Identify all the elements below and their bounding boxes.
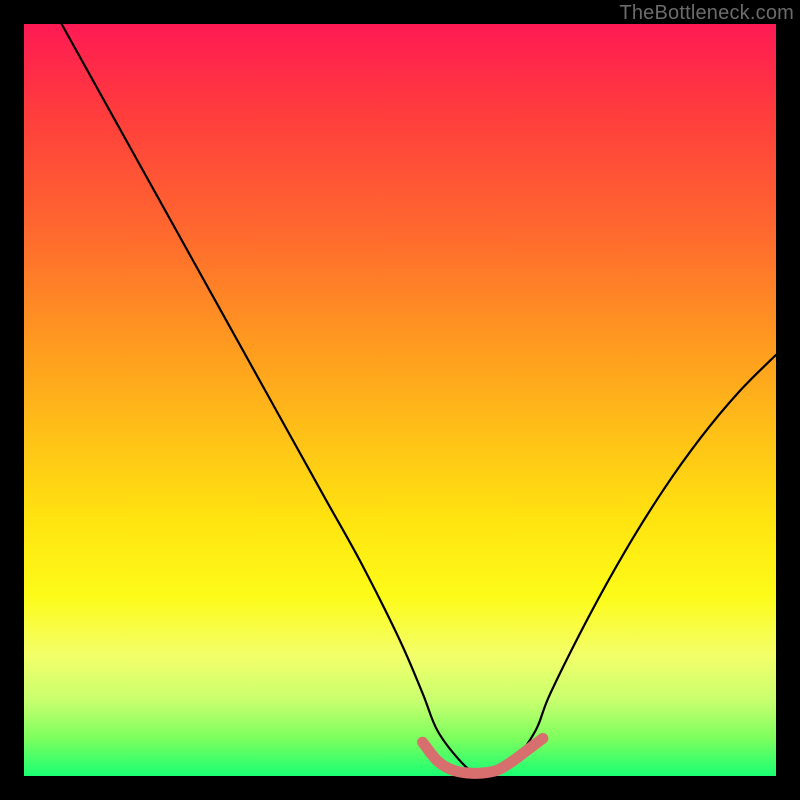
attribution-watermark: TheBottleneck.com xyxy=(619,2,794,25)
bottleneck-sweetspot-path xyxy=(423,738,543,773)
chart-svg xyxy=(24,24,776,776)
chart-frame: TheBottleneck.com xyxy=(0,0,800,800)
plot-area xyxy=(24,24,776,776)
bottleneck-curve-path xyxy=(62,24,776,774)
